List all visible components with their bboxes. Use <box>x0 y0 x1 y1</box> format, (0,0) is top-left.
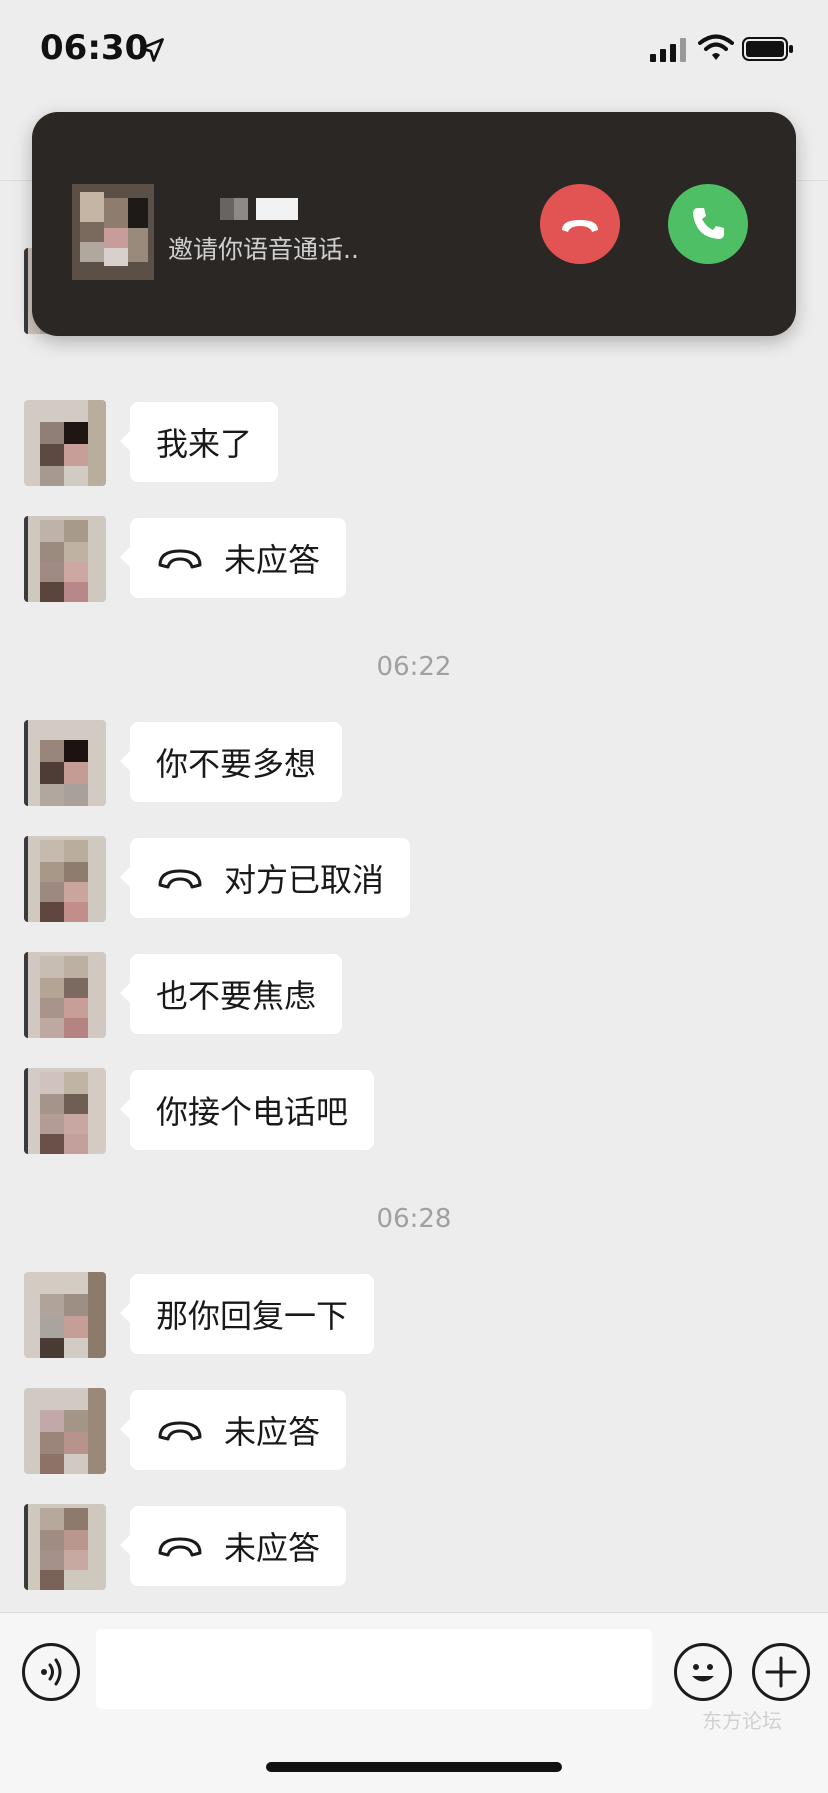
accept-call-button[interactable] <box>668 184 748 264</box>
more-options-button[interactable] <box>752 1643 810 1701</box>
hangup-icon <box>562 220 598 232</box>
avatar[interactable] <box>24 952 106 1038</box>
avatar[interactable] <box>24 720 106 806</box>
message-text: 你不要多想 <box>156 745 317 783</box>
avatar[interactable] <box>24 1272 106 1358</box>
call-record-bubble[interactable]: 对方已取消 <box>119 838 411 918</box>
home-indicator[interactable] <box>266 1762 562 1772</box>
message-text: 那你回复一下 <box>156 1297 349 1335</box>
battery-icon <box>742 37 793 61</box>
plus-icon <box>765 1656 797 1688</box>
avatar[interactable] <box>24 516 106 602</box>
call-record-bubble[interactable]: 未应答 <box>119 518 347 598</box>
watermark: 东方论坛 <box>702 1709 782 1733</box>
message-text: 我来了 <box>156 425 253 463</box>
voice-input-button[interactable] <box>22 1643 80 1701</box>
avatar[interactable] <box>24 400 106 486</box>
message-input[interactable] <box>96 1629 652 1709</box>
avatar[interactable] <box>24 1504 106 1590</box>
smiley-icon <box>692 1664 714 1682</box>
voice-icon <box>41 1658 62 1686</box>
avatar[interactable] <box>24 1388 106 1474</box>
message-text: 未应答 <box>224 1529 321 1567</box>
message-bubble[interactable]: 你接个电话吧 <box>119 1070 375 1150</box>
status-bar: 06:30 <box>0 0 828 100</box>
hangup-icon <box>158 1537 202 1557</box>
status-time: 06:30 <box>40 28 149 68</box>
wifi-icon <box>698 34 734 60</box>
call-record-bubble[interactable]: 未应答 <box>119 1390 347 1470</box>
decline-call-button[interactable] <box>540 184 620 264</box>
call-record-bubble[interactable]: 未应答 <box>119 1506 347 1586</box>
timestamp: 06:22 <box>376 652 452 682</box>
incoming-call-banner[interactable]: 邀请你语音通话.. <box>32 112 796 336</box>
message-text: 未应答 <box>224 1413 321 1451</box>
caller-avatar <box>72 184 154 280</box>
avatar[interactable] <box>24 836 106 922</box>
message-text: 未应答 <box>224 541 321 579</box>
hangup-icon <box>158 869 202 889</box>
message-text: 你接个电话吧 <box>156 1093 349 1131</box>
message-text: 也不要焦虑 <box>156 977 317 1015</box>
caller-name-redacted <box>220 198 312 220</box>
call-invite-text: 邀请你语音通话.. <box>168 235 359 264</box>
message-bubble[interactable]: 那你回复一下 <box>119 1274 375 1354</box>
avatar[interactable] <box>24 1068 106 1154</box>
message-bubble[interactable]: 我来了 <box>119 402 279 482</box>
location-arrow-icon <box>140 38 164 62</box>
phone-icon <box>693 208 724 239</box>
message-bubble[interactable]: 也不要焦虑 <box>119 954 343 1034</box>
hangup-icon <box>158 1421 202 1441</box>
message-text: 对方已取消 <box>224 861 385 899</box>
emoji-button[interactable] <box>674 1643 732 1701</box>
hangup-icon <box>158 549 202 569</box>
timestamp: 06:28 <box>376 1204 452 1234</box>
message-bubble[interactable]: 你不要多想 <box>119 722 343 802</box>
cellular-signal-icon <box>650 38 686 62</box>
